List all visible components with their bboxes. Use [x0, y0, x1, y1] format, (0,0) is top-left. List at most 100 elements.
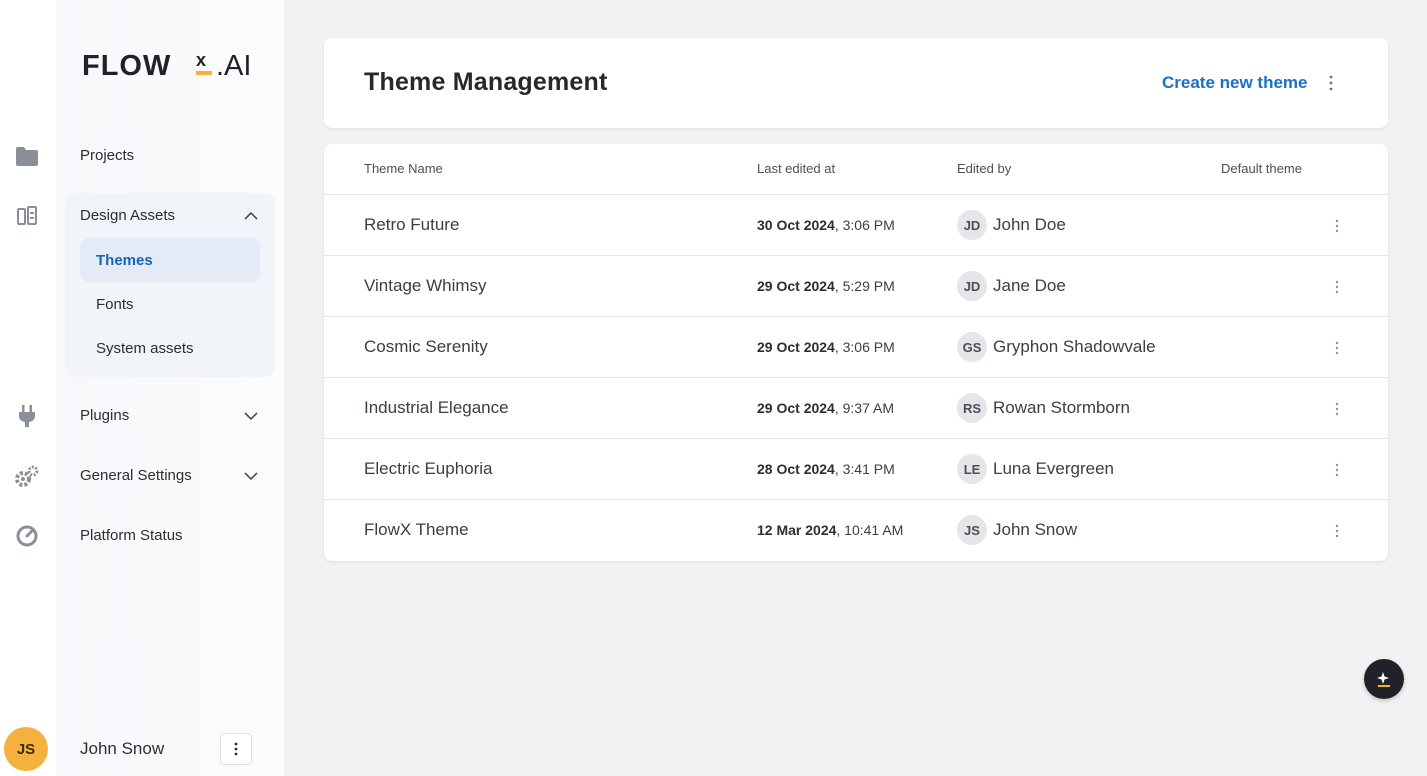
- editor-name: Luna Evergreen: [993, 459, 1114, 478]
- kebab-icon: [234, 742, 238, 756]
- nav-plugins[interactable]: Plugins: [80, 407, 260, 424]
- edited-by: GS Gryphon Shadowvale: [957, 331, 1156, 363]
- edited-at: 29 Oct 2024, 9:37 AM: [757, 400, 894, 416]
- nav-design-assets[interactable]: Design Assets: [80, 207, 260, 224]
- table-header: Theme Name Last edited at Edited by Defa…: [324, 144, 1388, 195]
- edited-date: 28 Oct 2024: [757, 461, 835, 477]
- theme-name: FlowX Theme: [364, 520, 469, 539]
- table-row[interactable]: Vintage Whimsy 29 Oct 2024, 5:29 PM JD Ja…: [324, 256, 1388, 317]
- chevron-down-icon: [244, 472, 258, 481]
- edited-at: 28 Oct 2024, 3:41 PM: [757, 461, 895, 477]
- edited-at: 29 Oct 2024, 5:29 PM: [757, 278, 895, 294]
- logo-mark: [196, 71, 212, 75]
- logo-ai-text: .AI: [216, 50, 251, 80]
- kebab-icon: [1335, 280, 1339, 294]
- editor-avatar: GS: [957, 332, 987, 362]
- edited-time: , 3:06 PM: [834, 339, 895, 355]
- sparkle-icon: [1377, 672, 1390, 687]
- editor-name: John Snow: [993, 520, 1078, 539]
- theme-name: Vintage Whimsy: [364, 276, 487, 295]
- row-more-button[interactable]: [1328, 520, 1346, 542]
- editor-avatar: JD: [957, 210, 987, 240]
- nav-general-settings[interactable]: General Settings: [80, 467, 260, 484]
- editor-name: John Doe: [993, 215, 1066, 234]
- column-theme-name[interactable]: Theme Name: [364, 161, 443, 176]
- page-title: Theme Management: [364, 68, 608, 96]
- kebab-icon: [1335, 463, 1339, 477]
- folder-icon[interactable]: [14, 143, 40, 169]
- editor-avatar: JS: [957, 515, 987, 545]
- chevron-down-icon: [244, 412, 258, 421]
- nav-design-assets-label: Design Assets: [80, 207, 176, 224]
- kebab-icon: [1329, 75, 1333, 91]
- table-row[interactable]: Cosmic Serenity 29 Oct 2024, 3:06 PM GS G…: [324, 317, 1388, 378]
- ai-assistant-button[interactable]: [1364, 659, 1404, 699]
- editor-avatar: RS: [957, 393, 987, 423]
- table-row[interactable]: Industrial Elegance 29 Oct 2024, 9:37 AM…: [324, 378, 1388, 439]
- row-more-button[interactable]: [1328, 215, 1346, 237]
- nav-system-assets[interactable]: System assets: [80, 326, 260, 370]
- edited-at: 12 Mar 2024, 10:41 AM: [757, 522, 903, 538]
- header-card: Theme Management Create new theme: [324, 38, 1388, 128]
- sidebar: FLOW x .AI Projects Design Assets Themes…: [56, 0, 284, 776]
- kebab-icon: [1335, 402, 1339, 416]
- row-more-button[interactable]: [1328, 276, 1346, 298]
- flowx-logo[interactable]: FLOW x .AI: [82, 46, 262, 82]
- theme-name: Cosmic Serenity: [364, 337, 488, 356]
- nav-plugins-label: Plugins: [80, 407, 130, 424]
- table-row[interactable]: FlowX Theme 12 Mar 2024, 10:41 AM JS John…: [324, 500, 1388, 561]
- table-row[interactable]: Electric Euphoria 28 Oct 2024, 3:41 PM L…: [324, 439, 1388, 500]
- editor-avatar: JD: [957, 271, 987, 301]
- column-edited-by[interactable]: Edited by: [957, 161, 1011, 176]
- gauge-icon[interactable]: [14, 523, 40, 549]
- nav-general-settings-label: General Settings: [80, 467, 192, 484]
- edited-time: , 3:06 PM: [834, 217, 895, 233]
- editor-avatar: LE: [957, 454, 987, 484]
- logo-flow-text: FLOW: [82, 50, 171, 80]
- editor-name: Gryphon Shadowvale: [993, 337, 1156, 356]
- design-assets-icon[interactable]: [14, 203, 40, 229]
- edited-by: RS Rowan Stormborn: [957, 392, 1130, 424]
- column-last-edited[interactable]: Last edited at: [757, 161, 835, 176]
- create-theme-button[interactable]: Create new theme: [1162, 73, 1308, 93]
- theme-name: Industrial Elegance: [364, 398, 509, 417]
- edited-by: JS John Snow: [957, 514, 1077, 546]
- edited-by: LE Luna Evergreen: [957, 453, 1114, 485]
- chevron-up-icon: [244, 211, 258, 220]
- column-default-theme[interactable]: Default theme: [1221, 161, 1302, 176]
- row-more-button[interactable]: [1328, 459, 1346, 481]
- themes-table: Theme Name Last edited at Edited by Defa…: [324, 144, 1388, 561]
- edited-date: 29 Oct 2024: [757, 339, 835, 355]
- settings-gears-icon[interactable]: [14, 463, 40, 489]
- plug-icon[interactable]: [14, 403, 40, 429]
- edited-by: JD Jane Doe: [957, 270, 1066, 302]
- nav-platform-status[interactable]: Platform Status: [80, 527, 183, 544]
- nav-projects[interactable]: Projects: [80, 147, 134, 164]
- edited-time: , 5:29 PM: [834, 278, 895, 294]
- logo-x-text: x: [196, 50, 206, 70]
- user-avatar[interactable]: JS: [4, 727, 48, 771]
- row-more-button[interactable]: [1328, 337, 1346, 359]
- edited-by: JD John Doe: [957, 209, 1066, 241]
- nav-themes[interactable]: Themes: [80, 238, 260, 282]
- edited-date: 30 Oct 2024: [757, 217, 835, 233]
- edited-time: , 9:37 AM: [834, 400, 894, 416]
- edited-date: 29 Oct 2024: [757, 400, 835, 416]
- theme-name: Electric Euphoria: [364, 459, 493, 478]
- edited-date: 29 Oct 2024: [757, 278, 835, 294]
- header-more-button[interactable]: [1322, 72, 1340, 94]
- theme-name: Retro Future: [364, 215, 460, 234]
- editor-name: Jane Doe: [993, 276, 1066, 295]
- row-more-button[interactable]: [1328, 398, 1346, 420]
- kebab-icon: [1335, 341, 1339, 355]
- kebab-icon: [1335, 219, 1339, 233]
- icon-rail: JS: [0, 0, 56, 776]
- table-row[interactable]: Retro Future 30 Oct 2024, 3:06 PM JD John…: [324, 195, 1388, 256]
- nav-fonts[interactable]: Fonts: [80, 282, 260, 326]
- edited-time: , 3:41 PM: [834, 461, 895, 477]
- user-menu-button[interactable]: [220, 733, 252, 765]
- kebab-icon: [1335, 524, 1339, 538]
- edited-at: 29 Oct 2024, 3:06 PM: [757, 339, 895, 355]
- editor-name: Rowan Stormborn: [993, 398, 1131, 417]
- edited-at: 30 Oct 2024, 3:06 PM: [757, 217, 895, 233]
